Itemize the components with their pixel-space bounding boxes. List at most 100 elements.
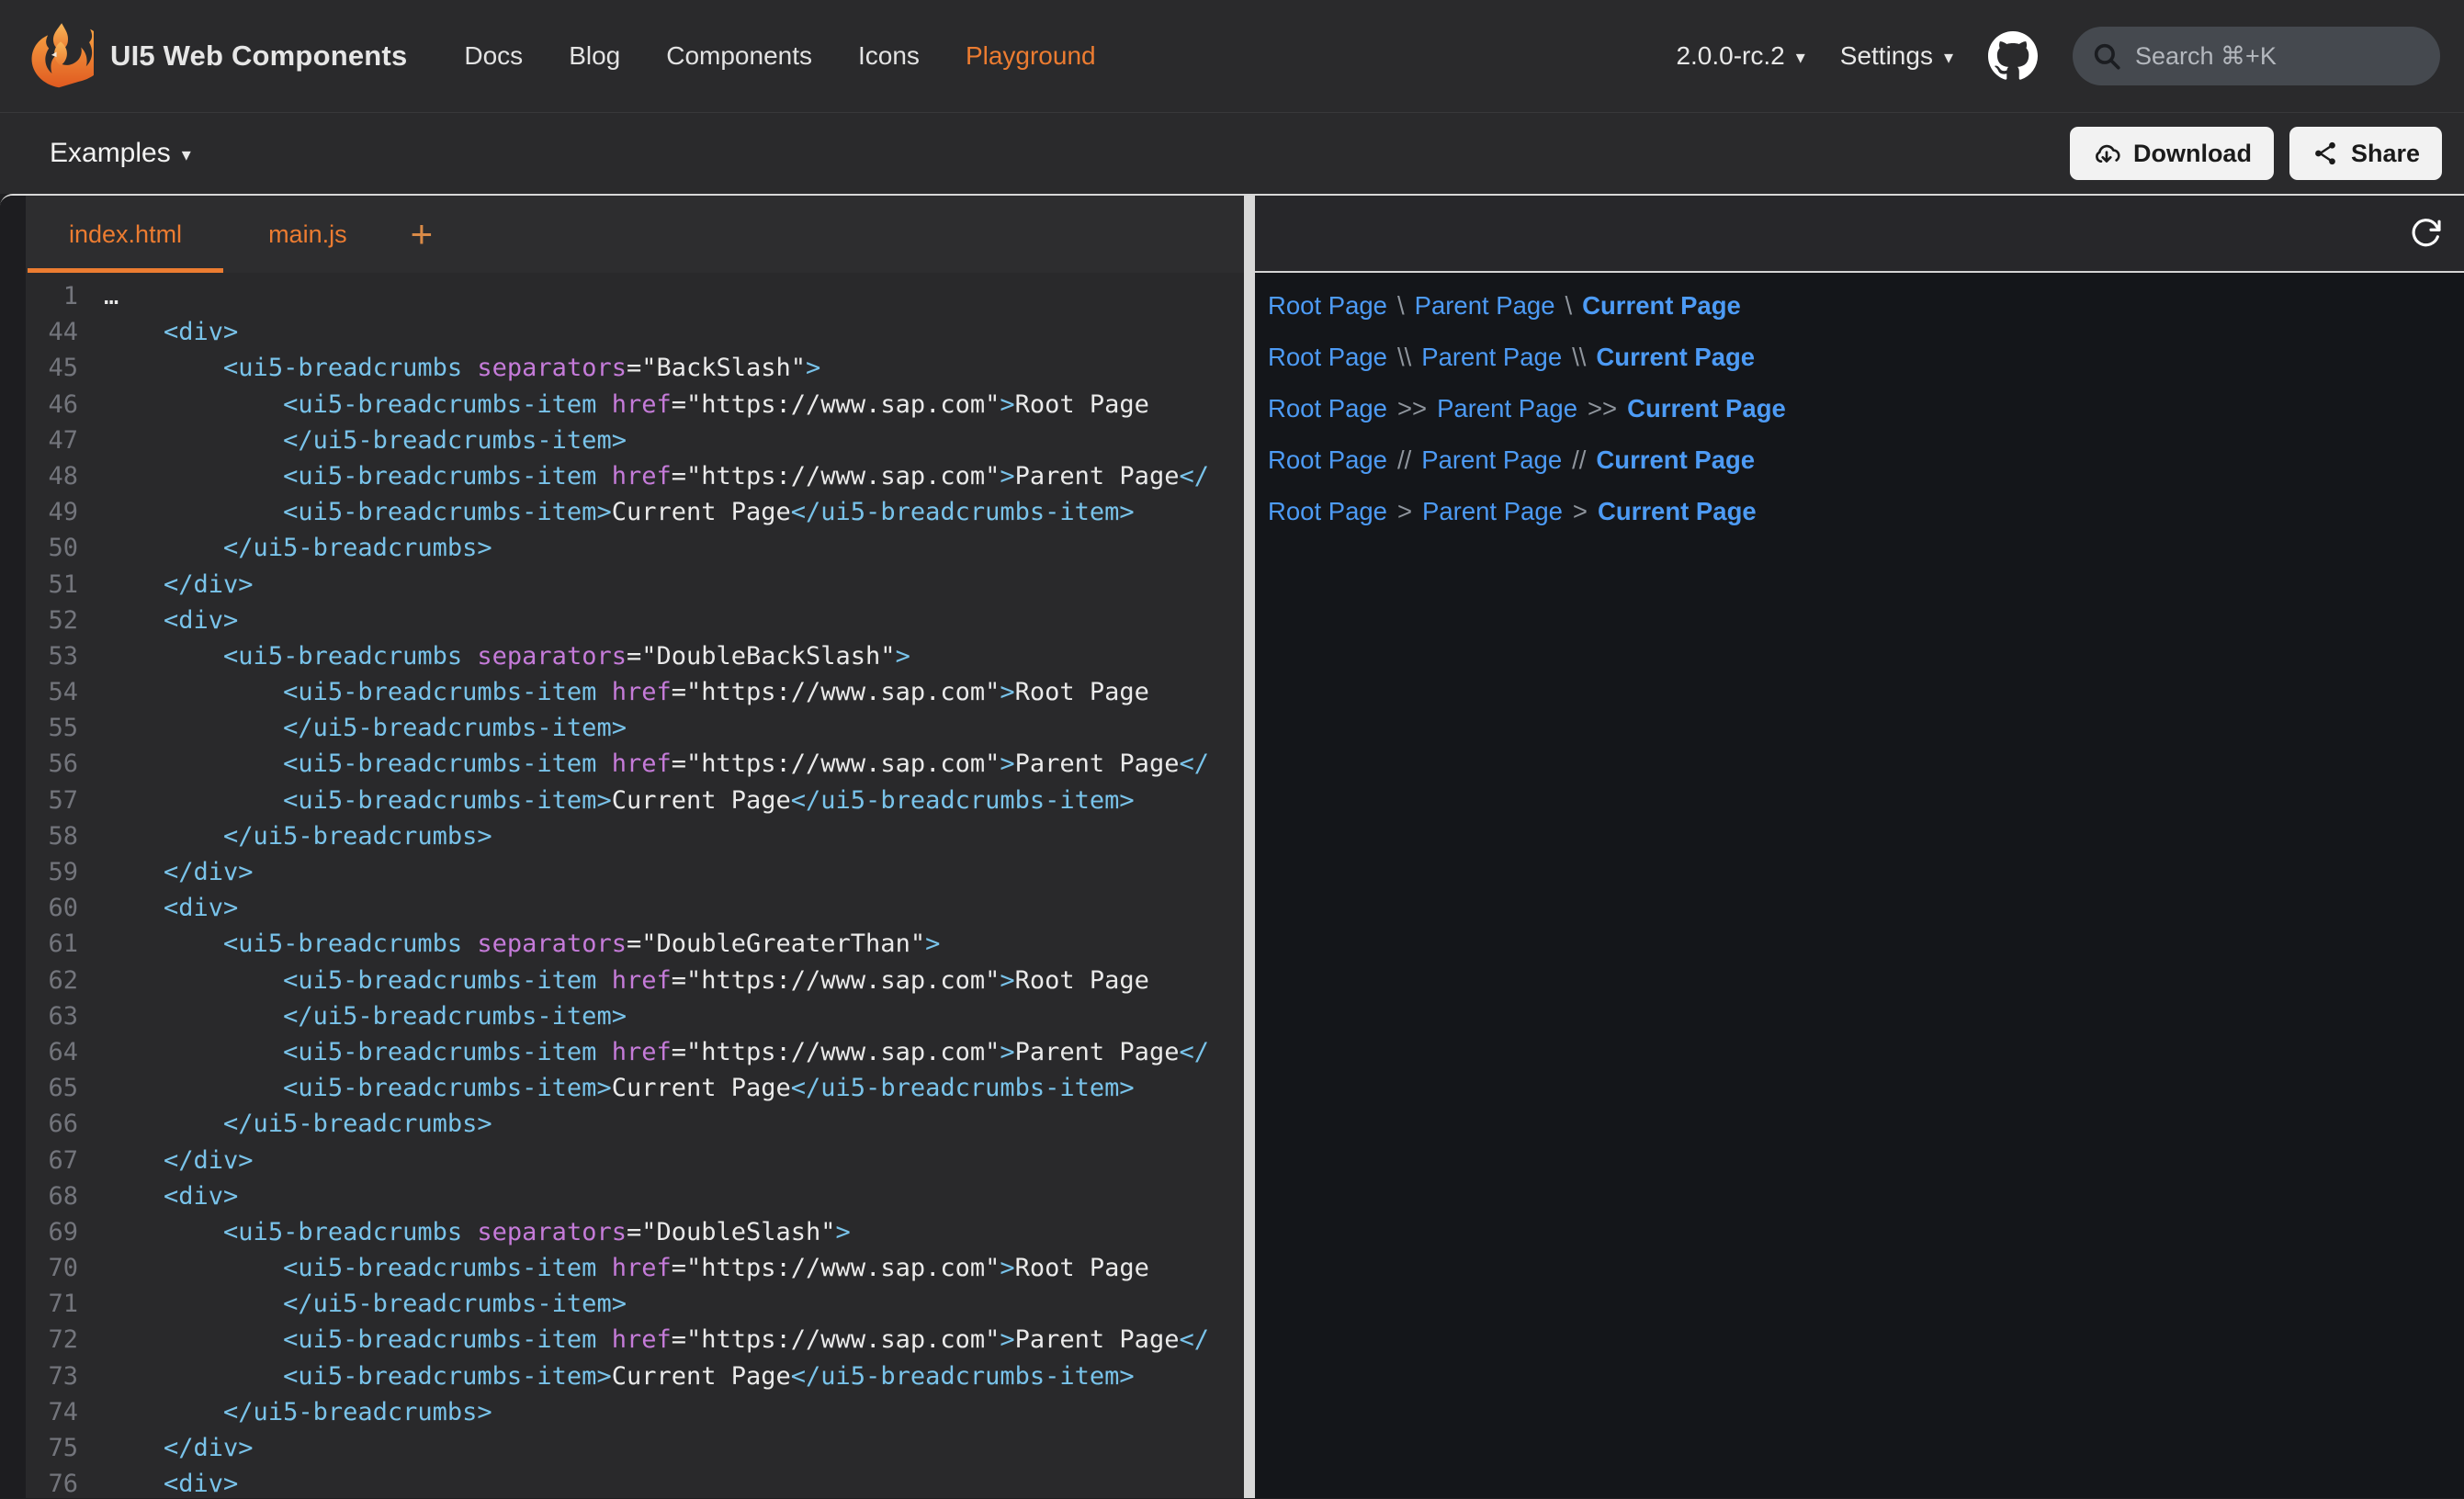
breadcrumb-current: Current Page: [1582, 291, 1741, 321]
breadcrumb-current: Current Page: [1596, 343, 1755, 372]
code-line: 44 <div>: [26, 314, 1244, 350]
breadcrumbs-row: Root Page\Parent Page\Current Page: [1268, 280, 2464, 332]
examples-dropdown[interactable]: Examples ▾: [50, 138, 191, 169]
line-number: 74: [26, 1394, 78, 1430]
code-line: 53 <ui5-breadcrumbs separators="DoubleBa…: [26, 638, 1244, 674]
line-number: 65: [26, 1070, 78, 1106]
github-icon[interactable]: [1988, 31, 2038, 81]
breadcrumbs-row: Root Page\\Parent Page\\Current Page: [1268, 332, 2464, 383]
preview-toolbar: [1255, 196, 2464, 273]
breadcrumb-separator: \\: [1572, 343, 1586, 372]
playground-panel: index.htmlmain.js + 1…44 <div>45 <ui5-br…: [0, 194, 2464, 1498]
breadcrumb-link[interactable]: Parent Page: [1415, 291, 1555, 321]
code-line: 65 <ui5-breadcrumbs-item>Current Page</u…: [26, 1070, 1244, 1106]
line-number: 71: [26, 1286, 78, 1322]
editor-tabbar: index.htmlmain.js +: [26, 196, 1244, 273]
line-number: 75: [26, 1430, 78, 1466]
line-number: 54: [26, 674, 78, 710]
chevron-down-icon: ▾: [182, 143, 191, 166]
line-number: 72: [26, 1322, 78, 1358]
site-title: UI5 Web Components: [110, 39, 407, 73]
line-number: 46: [26, 387, 78, 423]
code-line: 54 <ui5-breadcrumbs-item href="https://w…: [26, 674, 1244, 710]
refresh-button[interactable]: [2405, 213, 2446, 254]
breadcrumb-link[interactable]: Parent Page: [1437, 394, 1577, 423]
breadcrumb-separator: //: [1572, 445, 1586, 475]
header: UI5 Web Components Docs Blog Components Ico…: [0, 0, 2464, 113]
search-input[interactable]: [2135, 42, 2422, 71]
download-button[interactable]: Download: [2070, 127, 2274, 180]
code-line: 49 <ui5-breadcrumbs-item>Current Page</u…: [26, 494, 1244, 530]
breadcrumb-current: Current Page: [1596, 445, 1755, 475]
code-editor[interactable]: 1…44 <div>45 <ui5-breadcrumbs separators…: [26, 273, 1244, 1498]
code-line: 74 </ui5-breadcrumbs>: [26, 1394, 1244, 1430]
code-line: 46 <ui5-breadcrumbs-item href="https://w…: [26, 387, 1244, 423]
nav-item-playground[interactable]: Playground: [966, 41, 1096, 71]
code-line: 64 <ui5-breadcrumbs-item href="https://w…: [26, 1034, 1244, 1070]
breadcrumb-link[interactable]: Parent Page: [1422, 497, 1563, 526]
preview-pane: Root Page\Parent Page\Current PageRoot P…: [1255, 196, 2464, 1498]
breadcrumb-link[interactable]: Root Page: [1268, 445, 1387, 475]
breadcrumb-separator: \: [1565, 291, 1573, 321]
ui5-phoenix-logo-icon[interactable]: [28, 21, 94, 91]
main-nav: Docs Blog Components Icons Playground: [464, 41, 1095, 71]
version-dropdown[interactable]: 2.0.0-rc.2 ▾: [1676, 41, 1804, 71]
line-number: 62: [26, 963, 78, 998]
line-number: 49: [26, 494, 78, 530]
breadcrumb-separator: >: [1573, 497, 1588, 526]
line-number: 60: [26, 890, 78, 926]
line-number: 48: [26, 458, 78, 494]
code-line: 58 </ui5-breadcrumbs>: [26, 818, 1244, 854]
version-label: 2.0.0-rc.2: [1676, 41, 1784, 71]
tab-main.js[interactable]: main.js: [225, 196, 390, 273]
code-line: 68 <div>: [26, 1178, 1244, 1214]
breadcrumb-link[interactable]: Root Page: [1268, 394, 1387, 423]
share-button[interactable]: Share: [2289, 127, 2442, 180]
breadcrumb-link[interactable]: Root Page: [1268, 291, 1387, 321]
line-number: 56: [26, 746, 78, 782]
breadcrumbs-row: Root Page>>Parent Page>>Current Page: [1268, 383, 2464, 434]
settings-dropdown[interactable]: Settings ▾: [1840, 41, 1953, 71]
chevron-down-icon: ▾: [1796, 46, 1805, 69]
line-number: 64: [26, 1034, 78, 1070]
code-line: 67 </div>: [26, 1143, 1244, 1178]
add-file-button[interactable]: +: [390, 196, 454, 273]
code-line: 76 <div>: [26, 1466, 1244, 1498]
share-label: Share: [2351, 140, 2420, 168]
breadcrumb-separator: >: [1397, 497, 1412, 526]
line-number: 73: [26, 1358, 78, 1394]
breadcrumb-link[interactable]: Parent Page: [1421, 445, 1562, 475]
code-line: 61 <ui5-breadcrumbs separators="DoubleGr…: [26, 926, 1244, 962]
line-number: 50: [26, 530, 78, 566]
search-icon: [2091, 40, 2122, 72]
breadcrumbs-row: Root Page>Parent Page>Current Page: [1268, 486, 2464, 537]
examples-bar: Examples ▾ Download Share: [0, 113, 2464, 194]
nav-item-docs[interactable]: Docs: [464, 41, 523, 71]
code-line: 73 <ui5-breadcrumbs-item>Current Page</u…: [26, 1358, 1244, 1394]
breadcrumb-link[interactable]: Root Page: [1268, 497, 1387, 526]
tab-index.html[interactable]: index.html: [26, 196, 225, 273]
breadcrumbs-row: Root Page//Parent Page//Current Page: [1268, 434, 2464, 486]
code-line: 75 </div>: [26, 1430, 1244, 1466]
nav-item-components[interactable]: Components: [666, 41, 812, 71]
nav-item-icons[interactable]: Icons: [858, 41, 920, 71]
breadcrumb-current: Current Page: [1627, 394, 1786, 423]
code-line: 63 </ui5-breadcrumbs-item>: [26, 998, 1244, 1034]
line-number: 57: [26, 783, 78, 818]
line-number: 76: [26, 1466, 78, 1498]
code-line: 66 </ui5-breadcrumbs>: [26, 1106, 1244, 1142]
code-line: 56 <ui5-breadcrumbs-item href="https://w…: [26, 746, 1244, 782]
pane-resize-handle[interactable]: [1244, 196, 1255, 1498]
code-line: 60 <div>: [26, 890, 1244, 926]
line-number: 51: [26, 567, 78, 603]
search-box[interactable]: [2073, 27, 2440, 85]
breadcrumb-link[interactable]: Parent Page: [1421, 343, 1562, 372]
code-line: 48 <ui5-breadcrumbs-item href="https://w…: [26, 458, 1244, 494]
cloud-download-icon: [2092, 139, 2121, 168]
breadcrumb-separator: >>: [1397, 394, 1427, 423]
nav-item-blog[interactable]: Blog: [569, 41, 620, 71]
breadcrumb-link[interactable]: Root Page: [1268, 343, 1387, 372]
line-number: 63: [26, 998, 78, 1034]
line-number: 53: [26, 638, 78, 674]
line-number: 44: [26, 314, 78, 350]
